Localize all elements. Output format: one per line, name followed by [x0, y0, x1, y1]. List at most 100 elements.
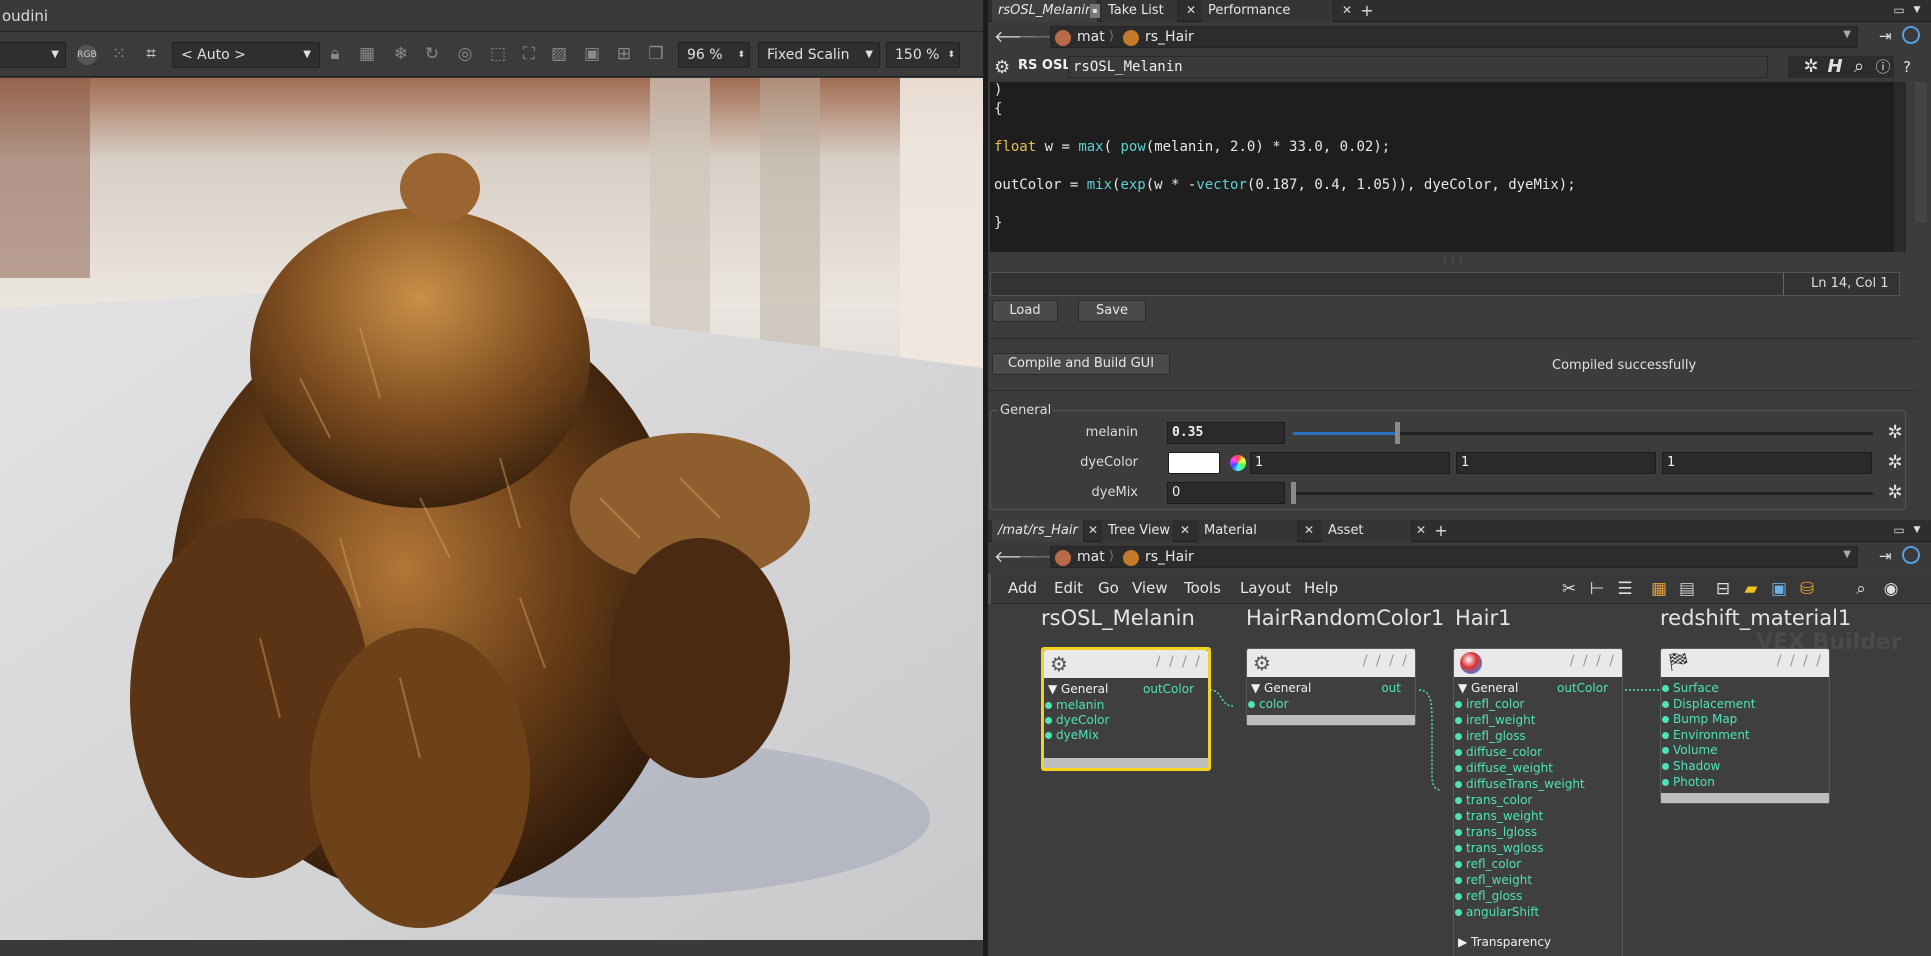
- node-flags-icon[interactable]: / / / /: [1777, 653, 1823, 669]
- pin-icon[interactable]: ⇥: [1879, 27, 1892, 45]
- output-outcolor[interactable]: outColor: [1143, 682, 1194, 696]
- fit-frame-icon[interactable]: ⛶: [518, 43, 540, 65]
- wrench-icon[interactable]: ✂: [1558, 578, 1580, 600]
- help-h-icon[interactable]: H: [1824, 56, 1846, 78]
- input-port[interactable]: refl_weight: [1454, 873, 1532, 887]
- resize-handle[interactable]: ⋮⋮⋮: [988, 256, 1918, 265]
- refresh-icon[interactable]: ↻: [421, 43, 443, 65]
- pane-layout-icon[interactable]: ▭: [1892, 520, 1906, 542]
- dyemix-slider-track[interactable]: [1291, 482, 1873, 504]
- section-general[interactable]: ▼ General: [1048, 682, 1108, 696]
- output-outcolor[interactable]: outColor: [1557, 681, 1608, 695]
- melanin-slider-handle[interactable]: [1394, 422, 1400, 444]
- tab-mat-rs-hair[interactable]: /mat/rs_Hair: [992, 520, 1084, 542]
- grid-dots-icon[interactable]: ⁙: [108, 43, 130, 65]
- input-port[interactable]: trans_weight: [1454, 809, 1543, 823]
- pane-menu-icon[interactable]: ▼: [1910, 0, 1924, 22]
- image-icon[interactable]: ▣: [581, 43, 603, 65]
- node-hair-random-color[interactable]: ⚙ / / / / ▼ General out color: [1246, 648, 1416, 726]
- close-icon[interactable]: ✕: [1414, 520, 1428, 542]
- code-scrollbar[interactable]: [1894, 82, 1906, 252]
- menu-go[interactable]: Go: [1098, 579, 1119, 597]
- help-icon[interactable]: ?: [1896, 56, 1918, 78]
- input-port[interactable]: dyeColor: [1044, 713, 1109, 727]
- node-flags-icon[interactable]: / / / /: [1363, 653, 1409, 669]
- info-icon[interactable]: ⓘ: [1872, 56, 1894, 78]
- load-button[interactable]: Load: [992, 300, 1058, 322]
- input-port[interactable]: dyeMix: [1045, 728, 1099, 742]
- crumb-rs-hair[interactable]: rs_Hair: [1145, 29, 1194, 45]
- lock-icon[interactable]: 🔒︎: [324, 43, 346, 65]
- input-port[interactable]: diffuse_weight: [1455, 761, 1553, 775]
- node-redshift-material[interactable]: 🏁︎ / / / / Surface Displacement Bump Map En…: [1660, 648, 1830, 804]
- pane-menu-icon[interactable]: ▼: [1910, 520, 1924, 542]
- menu-tools[interactable]: Tools: [1184, 579, 1221, 597]
- input-port[interactable]: diffuse_color: [1454, 745, 1542, 759]
- color-wheel-icon[interactable]: [1230, 455, 1246, 471]
- crumb-mat[interactable]: mat: [1077, 29, 1105, 45]
- input-port[interactable]: Displacement: [1662, 697, 1756, 711]
- tab-asset-browser[interactable]: Asset Browser: [1322, 520, 1412, 559]
- input-port[interactable]: Photon: [1662, 775, 1715, 789]
- close-icon[interactable]: ✕: [1178, 520, 1192, 542]
- input-port[interactable]: trans_lgloss: [1455, 825, 1537, 839]
- cylinder-icon[interactable]: ⛁: [1796, 578, 1818, 600]
- output-out[interactable]: out: [1381, 681, 1401, 695]
- image-background-icon[interactable]: ▣: [1768, 578, 1790, 600]
- crumb-rs-hair[interactable]: rs_Hair: [1145, 549, 1194, 565]
- menu-layout[interactable]: Layout: [1240, 579, 1291, 597]
- copy-icon[interactable]: ❐: [645, 43, 667, 65]
- network-box-icon[interactable]: ⊟: [1712, 578, 1734, 600]
- node-flags-icon[interactable]: / / / /: [1570, 653, 1616, 669]
- melanin-slider-track[interactable]: [1293, 422, 1873, 444]
- target-icon[interactable]: ◎: [454, 43, 476, 65]
- menu-view[interactable]: View: [1132, 579, 1168, 597]
- tree-layout-icon[interactable]: ⊢: [1586, 578, 1608, 600]
- dyemix-slider-handle[interactable]: [1291, 482, 1296, 504]
- path-breadcrumb[interactable]: mat ⟩ rs_Hair ▼: [1050, 546, 1858, 568]
- melanin-gear-icon[interactable]: ✲: [1884, 422, 1906, 444]
- melanin-field[interactable]: 0.35: [1167, 422, 1285, 444]
- input-port[interactable]: Bump Map: [1661, 712, 1737, 726]
- list-icon[interactable]: ☰: [1614, 578, 1636, 600]
- close-icon[interactable]: ▪: [1090, 4, 1100, 18]
- osl-code-editor[interactable]: ) { float w = max( pow(melanin, 2.0) * 3…: [990, 82, 1894, 252]
- sticky-note-icon[interactable]: ▰: [1740, 578, 1762, 600]
- menu-edit[interactable]: Edit: [1054, 579, 1083, 597]
- snowflake-icon[interactable]: ❄: [390, 43, 412, 65]
- input-port[interactable]: angularShift: [1454, 905, 1539, 919]
- link-icon[interactable]: [1902, 546, 1920, 564]
- grid-view-icon[interactable]: ▤: [1676, 578, 1698, 600]
- close-icon[interactable]: ✕: [1184, 0, 1198, 22]
- input-port[interactable]: trans_color: [1454, 793, 1532, 807]
- dyemix-field[interactable]: 0: [1167, 482, 1285, 504]
- gear-icon[interactable]: ✲: [1800, 56, 1822, 78]
- rgb-channel-icon[interactable]: RGB: [77, 45, 97, 65]
- tab-material-palette[interactable]: Material Palette: [1198, 520, 1298, 559]
- input-port[interactable]: irefl_color: [1455, 697, 1525, 711]
- panel-scrollbar[interactable]: [1915, 82, 1927, 222]
- dyemix-gear-icon[interactable]: ✲: [1884, 482, 1906, 504]
- tab-tree-view[interactable]: Tree View: [1102, 520, 1174, 542]
- close-icon[interactable]: ✕: [1302, 520, 1316, 542]
- input-port[interactable]: Shadow: [1661, 759, 1720, 773]
- search-icon[interactable]: ⌕: [1848, 56, 1870, 78]
- camera-icon[interactable]: ◉: [1880, 578, 1902, 600]
- tab-rsosl-melanin[interactable]: rsOSL_Melanin: [992, 0, 1098, 22]
- input-port[interactable]: irefl_weight: [1454, 713, 1535, 727]
- dyecolor-gear-icon[interactable]: ✲: [1884, 452, 1906, 474]
- dyecolor-r-field[interactable]: 1: [1250, 452, 1450, 474]
- scale-field[interactable]: 150 % ⬍: [886, 42, 960, 68]
- input-port[interactable]: Volume: [1662, 743, 1718, 757]
- pin-icon[interactable]: ⇥: [1879, 547, 1892, 565]
- dyecolor-swatch[interactable]: [1168, 452, 1220, 474]
- node-flags-icon[interactable]: / / / /: [1156, 654, 1202, 670]
- section-general[interactable]: ▼ General: [1458, 681, 1518, 695]
- add-snapshot-icon[interactable]: ⊞: [613, 43, 635, 65]
- tab-performance-monitor[interactable]: Performance Monitor: [1202, 0, 1334, 39]
- dyecolor-g-field[interactable]: 1: [1456, 452, 1656, 474]
- crop-icon[interactable]: ⌗: [140, 43, 162, 65]
- compile-button[interactable]: Compile and Build GUI: [992, 353, 1170, 375]
- tab-take-list[interactable]: Take List: [1102, 0, 1178, 22]
- link-icon[interactable]: [1902, 26, 1920, 44]
